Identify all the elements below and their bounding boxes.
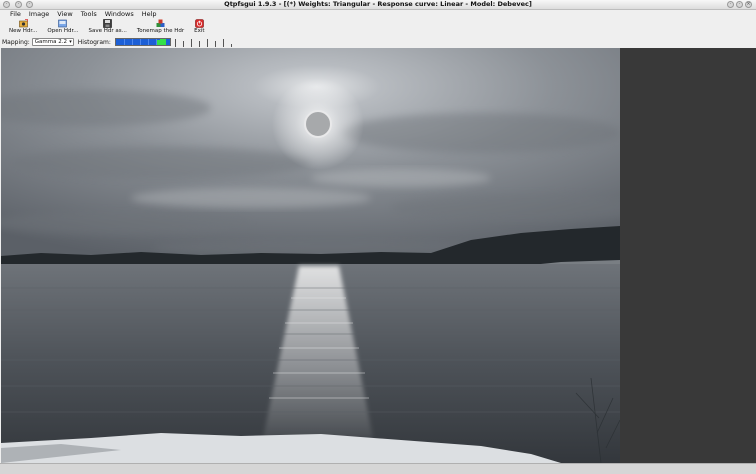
save-hdr-button[interactable]: Save Hdr as... <box>83 19 131 36</box>
exit-button[interactable]: Exit <box>189 19 209 36</box>
ruler-tick <box>206 39 208 47</box>
mapping-value: Gamma 2.2 <box>34 39 67 45</box>
menu-tools[interactable]: Tools <box>77 10 101 19</box>
ruler-tick <box>182 41 184 47</box>
mapping-label: Mapping: <box>2 38 30 46</box>
new-hdr-icon <box>18 19 28 28</box>
shade-window-button[interactable]: · <box>727 1 734 8</box>
menu-file[interactable]: File <box>6 10 25 19</box>
exit-icon <box>195 19 204 28</box>
histogram-widget[interactable] <box>114 38 171 46</box>
new-hdr-label: New Hdr... <box>9 28 38 34</box>
chevron-down-icon: ▾ <box>69 39 72 45</box>
display-options-bar: Mapping: Gamma 2.2 ▾ Histogram: <box>0 37 756 47</box>
histogram-gridline <box>139 39 141 45</box>
ruler-tick <box>190 39 192 47</box>
save-icon <box>103 19 112 28</box>
close-window-button[interactable]: × <box>745 1 752 8</box>
mapping-select[interactable]: Gamma 2.2 ▾ <box>31 38 74 46</box>
histogram-range-ruler[interactable] <box>173 37 235 47</box>
main-toolbar: New Hdr... Open Hdr... Save Hdr as... To… <box>0 19 756 36</box>
open-hdr-label: Open Hdr... <box>47 28 79 34</box>
tonemap-icon <box>156 19 165 27</box>
open-hdr-icon <box>58 19 68 28</box>
histogram-gridline <box>123 39 125 45</box>
save-hdr-label: Save Hdr as... <box>88 28 127 34</box>
hdr-landscape-image <box>1 48 620 463</box>
menu-help[interactable]: Help <box>138 10 161 19</box>
histogram-gridline <box>131 39 133 45</box>
menu-view[interactable]: View <box>53 10 76 19</box>
exit-label: Exit <box>194 28 205 34</box>
ruler-tick <box>198 41 200 47</box>
tonemap-button[interactable]: Tonemap the Hdr <box>132 19 189 36</box>
menu-bar: File Image View Tools Windows Help <box>0 10 756 19</box>
window-title: Qtpfsgui 1.9.3 - [(*) Weights: Triangula… <box>224 0 532 8</box>
ruler-tick <box>222 39 224 47</box>
histogram-gridline <box>147 39 149 45</box>
histogram-peak <box>162 39 166 45</box>
new-hdr-button[interactable]: New Hdr... <box>4 19 42 36</box>
status-bar <box>0 463 756 474</box>
menu-image[interactable]: Image <box>25 10 53 19</box>
ruler-tick <box>230 44 232 47</box>
histogram-label: Histogram: <box>77 38 111 46</box>
ruler-tick <box>174 39 176 47</box>
restore-window-button[interactable]: · <box>736 1 743 8</box>
tonemap-label: Tonemap the Hdr <box>136 28 185 34</box>
open-hdr-button[interactable]: Open Hdr... <box>42 19 83 36</box>
ruler-tick <box>214 41 216 47</box>
title-bar: · · · Qtpfsgui 1.9.3 - [(*) Weights: Tri… <box>0 0 756 10</box>
menu-windows[interactable]: Windows <box>101 10 138 19</box>
hdr-image-viewport[interactable] <box>1 48 756 463</box>
